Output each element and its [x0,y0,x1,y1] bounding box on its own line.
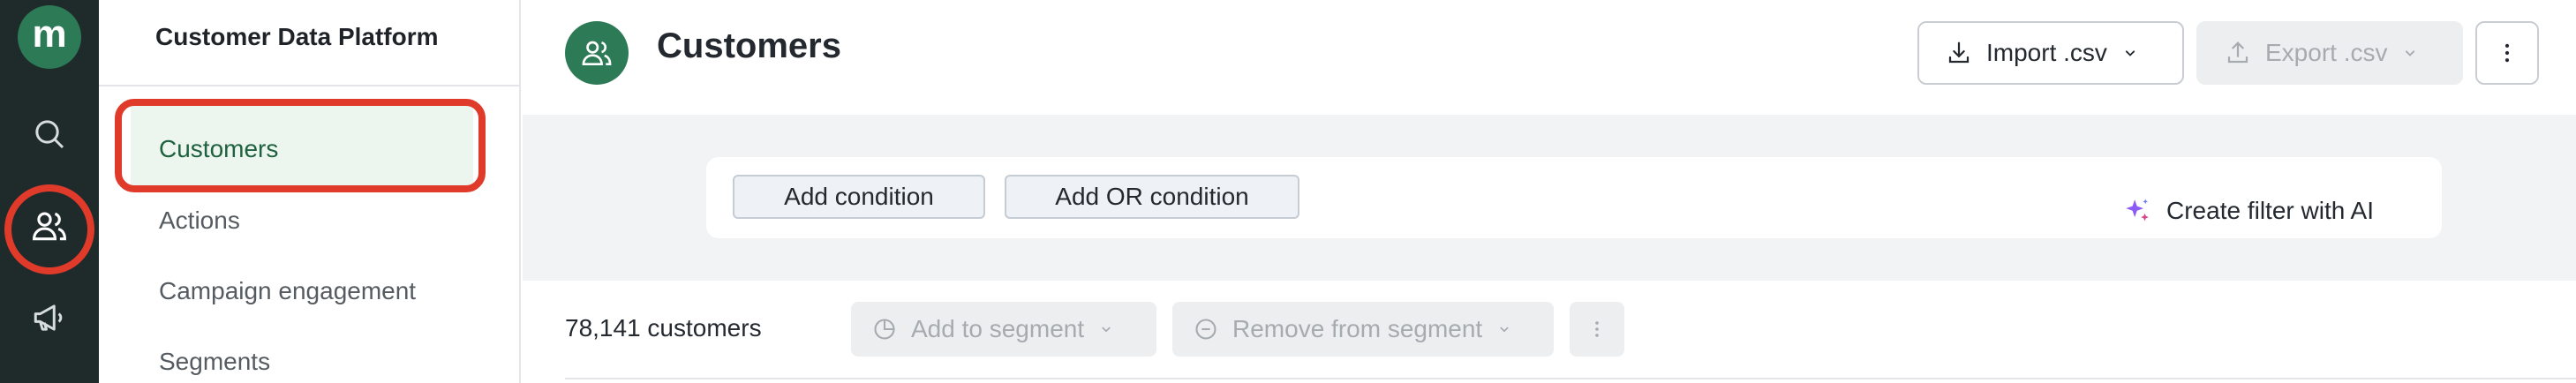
logo-letter: m [32,12,67,56]
app-rail: m [0,0,99,383]
export-csv-button[interactable]: Export .csv [2196,21,2463,85]
remove-from-segment-label: Remove from segment [1232,315,1483,342]
add-condition-button[interactable]: Add condition [733,175,985,219]
add-or-condition-button[interactable]: Add OR condition [1005,175,1299,219]
minus-circle-icon [1195,319,1216,340]
app-logo[interactable]: m [18,5,81,69]
sidebar-title: Customer Data Platform [155,23,439,50]
filter-builder: Add condition Add OR condition Create fi… [706,157,2442,238]
people-icon [582,41,612,66]
sidebar-item-campaign-engagement[interactable]: Campaign engagement [159,277,416,305]
table-more-button[interactable] [1570,302,1624,357]
rail-campaigns-button[interactable] [19,288,79,348]
sidebar-item-actions[interactable]: Actions [159,207,240,235]
add-to-segment-label: Add to segment [911,315,1085,342]
search-icon [35,120,64,149]
import-csv-button[interactable]: Import .csv [1917,21,2184,85]
sidebar: Customer Data Platform Customers Actions… [99,0,521,383]
table-divider [565,378,2576,379]
pie-chart-icon [874,319,895,340]
kebab-menu-icon [1595,321,1599,337]
add-to-segment-button[interactable]: Add to segment [851,302,1156,357]
page-avatar [565,21,629,85]
remove-from-segment-button[interactable]: Remove from segment [1172,302,1554,357]
table-toolbar: 78,141 customers Add to segment Remove f… [523,281,2576,383]
page-header: Customers Import .csv Export .csv [523,0,2576,115]
highlight-ring-rail [4,184,94,274]
more-options-button[interactable] [2475,21,2539,85]
kebab-menu-icon [2504,43,2510,63]
chevron-down-icon [2125,50,2135,56]
download-icon [1948,41,1970,64]
sidebar-divider [99,85,521,86]
customer-count: 78,141 customers [565,314,762,342]
sidebar-item-segments[interactable]: Segments [159,348,270,376]
chevron-down-icon [1500,327,1509,333]
create-filter-ai-button[interactable]: Create filter with AI [2122,196,2374,226]
megaphone-icon [34,304,63,331]
highlight-ring-sidebar [115,99,486,192]
rail-search-button[interactable] [19,104,79,164]
export-csv-label: Export .csv [2265,39,2388,66]
main-content: Customers Import .csv Export .csv Add co… [523,0,2576,383]
chevron-down-icon [2406,50,2415,56]
create-filter-ai-label: Create filter with AI [2166,197,2374,224]
import-csv-label: Import .csv [1986,39,2107,66]
chevron-down-icon [1102,327,1111,333]
page-title: Customers [657,26,841,65]
filter-area: Add condition Add OR condition Create fi… [523,115,2576,281]
sparkle-icon [2126,199,2149,222]
upload-icon [2227,41,2248,64]
